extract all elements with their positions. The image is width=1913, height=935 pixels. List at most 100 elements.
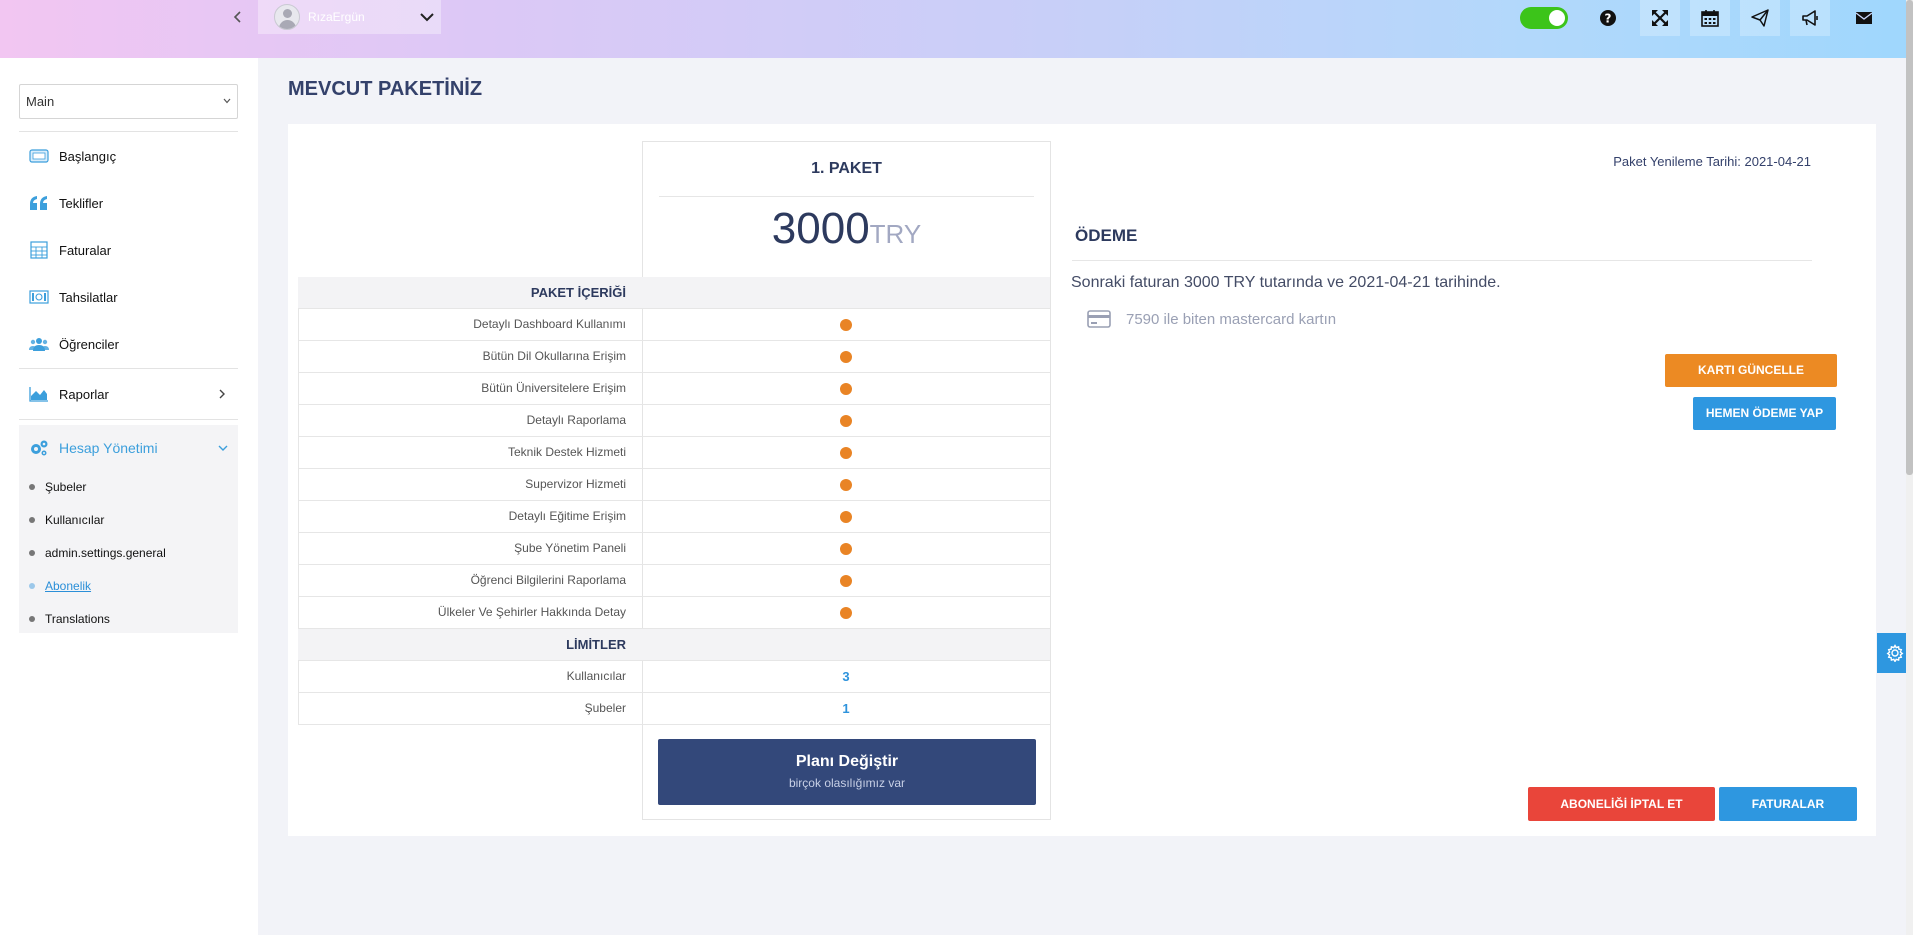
feature-row: Bütün Dil Okullarına Erişim bbox=[298, 341, 1050, 373]
sidebar-item-raporlar[interactable]: Raporlar bbox=[19, 371, 238, 417]
sidebar: Main Başlangıç Teklifler Faturalar Tahsi… bbox=[0, 58, 258, 935]
feature-row: Detaylı Dashboard Kullanımı bbox=[298, 309, 1050, 341]
fullscreen-button[interactable] bbox=[1640, 0, 1680, 36]
feature-value bbox=[642, 405, 1050, 436]
scrollbar-thumb[interactable] bbox=[1906, 0, 1913, 475]
feature-label: Şubeler bbox=[584, 701, 626, 715]
users-icon bbox=[29, 335, 49, 353]
package-name: 1. PAKET bbox=[811, 160, 882, 177]
change-plan-button[interactable]: Planı Değiştir birçok olasılığımız var bbox=[658, 739, 1036, 805]
sidebar-item-teklifler[interactable]: Teklifler bbox=[19, 180, 238, 226]
package-divider bbox=[659, 196, 1034, 197]
sidebar-subitem-label: Abonelik bbox=[45, 579, 92, 593]
sidebar-item-label: Tahsilatlar bbox=[59, 289, 118, 305]
money-icon bbox=[29, 288, 49, 306]
sidebar-subitem-translations[interactable]: Translations bbox=[19, 605, 238, 633]
price-currency: TRY bbox=[869, 219, 922, 249]
user-name: RızaErgün bbox=[308, 10, 365, 24]
sidebar-subitem-general-settings[interactable]: admin.settings.general bbox=[19, 539, 238, 567]
announcements-button[interactable] bbox=[1790, 0, 1830, 36]
feature-label: Bütün Üniversitelere Erişim bbox=[481, 381, 626, 395]
sidebar-subitem-abonelik[interactable]: Abonelik bbox=[19, 572, 238, 600]
sidebar-divider bbox=[19, 131, 238, 132]
bullet-icon bbox=[29, 583, 35, 589]
avatar bbox=[274, 4, 300, 30]
send-button[interactable] bbox=[1740, 0, 1780, 36]
sidebar-item-label: Öğrenciler bbox=[59, 336, 119, 352]
change-plan-title: Planı Değiştir bbox=[795, 753, 899, 770]
cancel-subscription-button[interactable]: ABONELİĞİ İPTAL ET bbox=[1528, 787, 1715, 821]
user-menu[interactable]: RızaErgün bbox=[258, 0, 441, 34]
bullet-icon bbox=[29, 517, 35, 523]
included-dot-icon bbox=[840, 574, 852, 587]
sidebar-item-tahsilatlar[interactable]: Tahsilatlar bbox=[19, 274, 238, 320]
calendar-icon bbox=[1701, 10, 1719, 27]
feature-value bbox=[642, 629, 1050, 660]
table-section-header: LİMİTLER bbox=[566, 637, 626, 652]
pay-now-button[interactable]: HEMEN ÖDEME YAP bbox=[1693, 397, 1836, 430]
limit-row: Şubeler 1 bbox=[298, 693, 1050, 725]
feature-value bbox=[642, 469, 1050, 500]
feature-label: Teknik Destek Hizmeti bbox=[507, 445, 626, 459]
limits-header-row: LİMİTLER bbox=[298, 629, 1050, 661]
sidebar-group-hesap-yonetimi: Hesap Yönetimi Şubeler Kullanıcılar admi… bbox=[19, 425, 238, 633]
help-button[interactable]: ? bbox=[1588, 0, 1628, 36]
sidebar-item-label: Başlangıç bbox=[59, 148, 117, 164]
sidebar-item-label: Hesap Yönetimi bbox=[59, 440, 158, 456]
limit-value: 1 bbox=[842, 701, 850, 716]
feature-value bbox=[642, 277, 1050, 308]
included-dot-icon bbox=[840, 382, 852, 395]
sidebar-subitem-label: Şubeler bbox=[45, 480, 87, 494]
feature-label: Şube Yönetim Paneli bbox=[514, 541, 626, 555]
megaphone-icon bbox=[1802, 10, 1818, 26]
sidebar-item-hesap-yonetimi[interactable]: Hesap Yönetimi bbox=[19, 425, 238, 471]
sidebar-item-ogrenciler[interactable]: Öğrenciler bbox=[19, 321, 238, 367]
page-scrollbar[interactable] bbox=[1906, 0, 1913, 935]
feature-value bbox=[642, 597, 1050, 628]
saved-card-label: 7590 ile biten mastercard kartın bbox=[1126, 310, 1337, 328]
limit-value: 3 bbox=[842, 669, 850, 684]
sidebar-item-label: Faturalar bbox=[59, 242, 112, 258]
feature-value: 3 bbox=[642, 661, 1050, 692]
sidebar-divider bbox=[19, 368, 238, 369]
chevron-down-icon bbox=[218, 441, 228, 455]
gear-icon bbox=[1886, 644, 1904, 662]
chevron-down-icon bbox=[223, 85, 231, 132]
module-select[interactable]: Main bbox=[19, 84, 238, 119]
included-dot-icon bbox=[840, 414, 852, 427]
included-dot-icon bbox=[840, 318, 852, 331]
included-dot-icon bbox=[840, 606, 852, 619]
svg-text:?: ? bbox=[1605, 12, 1612, 26]
feature-row: Teknik Destek Hizmeti bbox=[298, 437, 1050, 469]
collapse-sidebar-button[interactable] bbox=[226, 8, 250, 30]
feature-label: Bütün Dil Okullarına Erişim bbox=[482, 349, 626, 363]
included-dot-icon bbox=[840, 350, 852, 363]
update-card-button[interactable]: KARTI GÜNCELLE bbox=[1665, 354, 1837, 387]
package-price: 3000TRY bbox=[643, 204, 1050, 254]
feature-value bbox=[642, 501, 1050, 532]
feature-label: Supervizor Hizmeti bbox=[525, 477, 626, 491]
feature-label: Ülkeler Ve Şehirler Hakkında Detay bbox=[437, 605, 626, 619]
mail-button[interactable] bbox=[1844, 0, 1884, 36]
chevron-down-icon bbox=[420, 9, 434, 25]
bullet-icon bbox=[29, 550, 35, 556]
sidebar-item-baslangic[interactable]: Başlangıç bbox=[19, 133, 238, 179]
renewal-date: Paket Yenileme Tarihi: 2021-04-21 bbox=[1613, 154, 1811, 169]
included-dot-icon bbox=[840, 446, 852, 459]
theme-toggle[interactable] bbox=[1520, 7, 1568, 29]
payment-divider bbox=[1072, 260, 1812, 261]
payment-title: ÖDEME bbox=[1075, 226, 1138, 245]
feature-value bbox=[642, 373, 1050, 404]
dashboard-icon bbox=[29, 147, 49, 165]
sidebar-item-faturalar[interactable]: Faturalar bbox=[19, 227, 238, 273]
sidebar-subitem-kullanicilar[interactable]: Kullanıcılar bbox=[19, 506, 238, 534]
feature-row: Öğrenci Bilgilerini Raporlama bbox=[298, 565, 1050, 597]
features-header-row: PAKET İÇERİĞİ bbox=[298, 277, 1050, 309]
feature-value: 1 bbox=[642, 693, 1050, 724]
feature-row: Detaylı Eğitime Erişim bbox=[298, 501, 1050, 533]
invoices-button[interactable]: FATURALAR bbox=[1719, 787, 1857, 821]
included-dot-icon bbox=[840, 478, 852, 491]
top-bar: RızaErgün ? bbox=[0, 0, 1913, 58]
sidebar-subitem-subeler[interactable]: Şubeler bbox=[19, 473, 238, 501]
calendar-button[interactable] bbox=[1690, 0, 1730, 36]
